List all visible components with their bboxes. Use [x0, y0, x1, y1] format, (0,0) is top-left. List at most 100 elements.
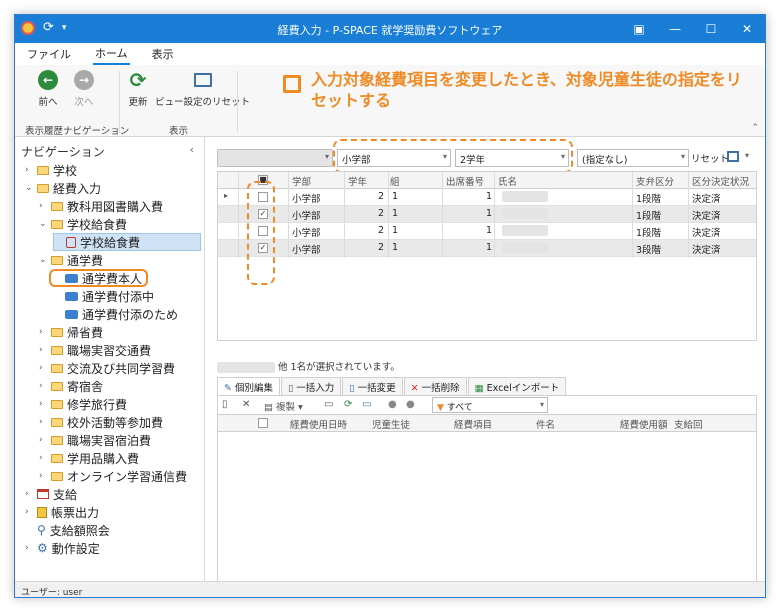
expand-arrow-icon[interactable]: ›: [39, 327, 49, 337]
nav-item[interactable]: ⌄ 経費入力: [25, 179, 101, 197]
school-combo[interactable]: ▾: [217, 149, 333, 167]
nav-item[interactable]: › ⚙ 動作設定: [25, 539, 100, 557]
edit-toolbar: ▯ ✕ ▤ 複製 ▾ ▭ ⟳ ▭ ● ● ▼ すべて ▾: [217, 395, 757, 415]
nav-item-label: 学用品購入費: [67, 451, 140, 466]
arrow-left-icon: ←: [38, 70, 58, 90]
expand-arrow-icon[interactable]: ›: [39, 345, 49, 355]
tab-view[interactable]: 表示: [150, 44, 176, 64]
delete-icon[interactable]: ✕: [242, 399, 250, 410]
table-row[interactable]: ✓ 小学部 2 1 1 3段階 決定済: [218, 240, 756, 257]
other-combo[interactable]: (指定なし) ▾: [577, 149, 689, 167]
nav-item[interactable]: ⚲ 支給額照会: [25, 521, 110, 539]
expand-arrow-icon[interactable]: ⌄: [39, 219, 49, 229]
ribbon-separator: [237, 71, 238, 133]
table-row[interactable]: 小学部 2 1 1 1段階 決定済: [218, 223, 756, 240]
col-expense-item[interactable]: 経費項目: [454, 417, 492, 431]
nav-item[interactable]: ⌄ 通学費: [39, 251, 103, 269]
nav-collapse-button[interactable]: ‹: [190, 143, 194, 156]
nav-item[interactable]: › 学用品購入費: [39, 449, 139, 467]
expand-arrow-icon[interactable]: ⌄: [25, 183, 35, 193]
col-class[interactable]: 組: [390, 174, 400, 188]
col-payment-round[interactable]: 支給回: [674, 417, 703, 431]
save-icon[interactable]: ▭: [324, 399, 333, 410]
table-row[interactable]: ▸ 小学部 2 1 1 1段階 決定済: [218, 189, 756, 206]
reset-button[interactable]: リセット: [691, 151, 729, 165]
expand-arrow-icon[interactable]: ›: [25, 543, 35, 553]
expand-arrow-icon[interactable]: ›: [39, 399, 49, 409]
copy-button[interactable]: ▤ 複製 ▾: [264, 399, 303, 413]
arrow-right-icon: →: [74, 70, 94, 90]
cell-number: 1: [486, 242, 493, 253]
nav-item[interactable]: 通学費本人: [49, 269, 149, 287]
expand-arrow-icon[interactable]: ›: [39, 453, 49, 463]
layout-icon[interactable]: [727, 151, 739, 162]
view-reset-button[interactable]: ビュー設定のリセット: [155, 69, 250, 108]
tab-file[interactable]: ファイル: [25, 44, 73, 64]
table-row[interactable]: ✓ 小学部 2 1 1 1段階 決定済: [218, 206, 756, 223]
close-button[interactable]: ✕: [729, 15, 765, 43]
nav-item[interactable]: › 職場実習交通費: [39, 341, 151, 359]
nav-item[interactable]: › 支給: [25, 485, 77, 503]
tab-home[interactable]: ホーム: [93, 43, 130, 65]
ribbon-separator: [119, 71, 120, 133]
maximize-button[interactable]: ☐: [693, 15, 729, 43]
nav-item[interactable]: 学校給食費: [53, 233, 201, 251]
expand-arrow-icon[interactable]: ⌄: [39, 255, 49, 265]
tab-individual-edit[interactable]: ✎ 個別編集: [217, 377, 281, 395]
expense-select-checkbox[interactable]: [258, 418, 268, 428]
expand-arrow-icon[interactable]: ›: [25, 165, 35, 175]
arrow-down-icon[interactable]: ●: [406, 399, 415, 410]
nav-item[interactable]: ⌄ 学校給食費: [39, 215, 127, 233]
nav-item[interactable]: › 帳票出力: [25, 503, 99, 521]
expand-arrow-icon[interactable]: ›: [25, 489, 35, 499]
col-dept[interactable]: 学部: [292, 174, 311, 188]
col-status[interactable]: 区分決定状況: [692, 174, 749, 188]
col-grade[interactable]: 学年: [348, 174, 367, 188]
nav-item[interactable]: › オンライン学習通信費: [39, 467, 187, 485]
ribbon-collapse-icon[interactable]: ⌃: [751, 123, 759, 133]
nav-item-label: 通学費付添のため: [82, 307, 179, 322]
reset-icon[interactable]: ▭: [362, 399, 371, 410]
col-date[interactable]: 経費使用日時: [290, 417, 347, 431]
col-student[interactable]: 児童生徒: [372, 417, 410, 431]
nav-item[interactable]: › 職場実習宿泊費: [39, 431, 151, 449]
ribbon-tabs: ファイル ホーム 表示: [15, 43, 765, 65]
expand-arrow-icon[interactable]: ›: [39, 471, 49, 481]
nav-item[interactable]: 通学費付添中: [53, 287, 154, 305]
expand-arrow-icon[interactable]: ›: [39, 363, 49, 373]
refresh-icon[interactable]: ⟳: [344, 399, 352, 410]
nav-item[interactable]: 通学費付添のため: [53, 305, 178, 323]
col-amount[interactable]: 経費使用額: [620, 417, 668, 431]
back-button[interactable]: ← 前へ: [37, 69, 59, 108]
restore-layout-button[interactable]: ▣: [621, 15, 657, 43]
expand-arrow-icon[interactable]: ›: [25, 507, 35, 517]
chevron-down-icon[interactable]: ▾: [745, 151, 749, 160]
col-number[interactable]: 出席番号: [446, 174, 484, 188]
nav-item[interactable]: › 学校: [25, 161, 77, 179]
col-kubun[interactable]: 支弁区分: [636, 174, 674, 188]
filter-combo[interactable]: ▼ すべて ▾: [432, 397, 548, 413]
tab-bulk-input[interactable]: ▯ 一括入力: [281, 377, 342, 395]
next-button[interactable]: → 次へ: [73, 69, 95, 108]
col-subject[interactable]: 件名: [536, 417, 555, 431]
nav-item[interactable]: › 修学旅行費: [39, 395, 127, 413]
nav-item[interactable]: › 教科用図書購入費: [39, 197, 163, 215]
minimize-button[interactable]: —: [657, 15, 693, 43]
expand-arrow-icon[interactable]: ›: [39, 201, 49, 211]
col-name[interactable]: 氏名: [498, 174, 517, 188]
nav-item[interactable]: › 校外活動等参加費: [39, 413, 163, 431]
arrow-up-icon[interactable]: ●: [388, 399, 397, 410]
nav-item[interactable]: › 寄宿舎: [39, 377, 103, 395]
cell-number: 1: [486, 208, 493, 219]
tab-bulk-change[interactable]: ▯ 一括変更: [342, 377, 403, 395]
nav-item[interactable]: › 交流及び共同学習費: [39, 359, 175, 377]
tab-bulk-delete[interactable]: ✕ 一括削除: [403, 377, 467, 395]
tab-excel-import[interactable]: ▦ Excelインポート: [467, 377, 567, 395]
nav-item[interactable]: › 帰省費: [39, 323, 103, 341]
expand-arrow-icon[interactable]: ›: [39, 381, 49, 391]
refresh-button[interactable]: ⟳ 更新: [127, 68, 149, 108]
expand-arrow-icon[interactable]: ›: [39, 417, 49, 427]
expand-arrow-icon[interactable]: ›: [39, 435, 49, 445]
nav-item-label: 寄宿舎: [67, 379, 104, 394]
new-icon[interactable]: ▯: [222, 399, 228, 410]
